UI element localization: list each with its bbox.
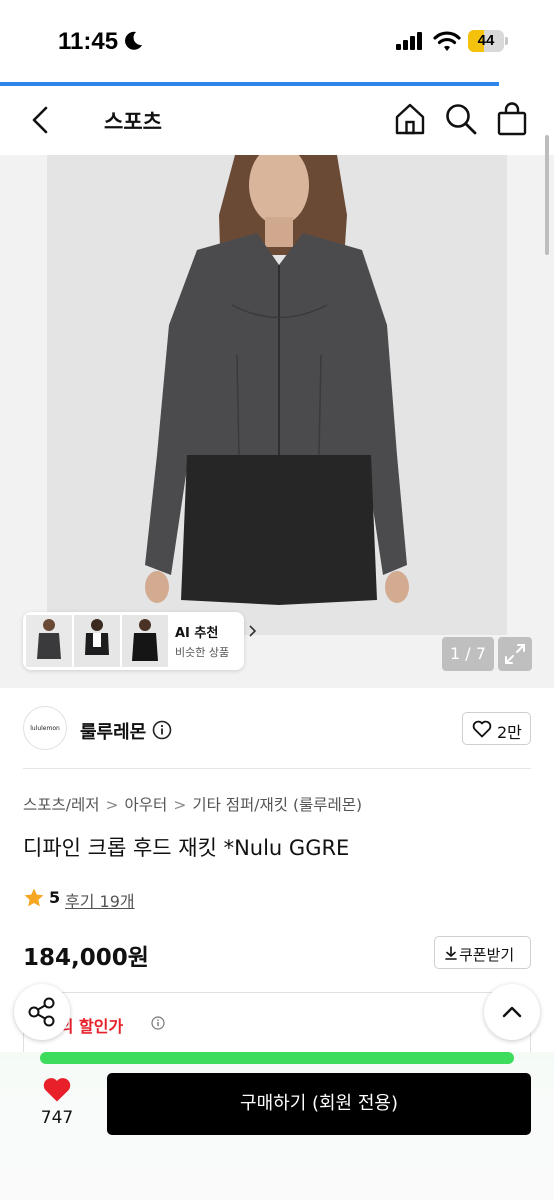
info-icon[interactable] [152,720,172,740]
cellular-signal-icon [396,32,422,50]
wifi-icon [433,31,461,51]
star-icon [24,888,44,907]
moon-icon [125,31,142,50]
recommend-thumbnail[interactable] [26,615,72,667]
brand-like-count: 2만 [497,723,522,742]
brand-logo[interactable]: lululemon [23,706,67,750]
search-icon[interactable] [444,102,478,136]
ai-recommend-card[interactable]: AI 추천 비슷한 상품 [23,612,257,670]
heart-filled-icon[interactable] [42,1076,72,1103]
chevron-up-icon [502,1006,522,1018]
review-count-link[interactable]: 후기 19개 [65,888,135,912]
chevron-right-icon [249,625,257,637]
share-button[interactable] [14,984,70,1040]
image-page-counter: 1 / 7 [442,637,494,671]
product-image-gallery[interactable] [0,155,554,688]
ai-recommend-title: AI 추천 [175,626,219,641]
scrollbar[interactable] [545,135,549,255]
product-title: 디파인 크롭 후드 재킷 *Nulu GGRE [23,836,350,860]
product-photo[interactable] [47,155,507,635]
home-icon[interactable] [394,102,426,136]
battery-icon: 44 [468,30,508,52]
heart-outline-icon [472,720,492,738]
breadcrumb-item[interactable]: 기타 점퍼/재킷 (룰루레몬) [192,796,362,814]
recommend-thumbnail[interactable] [74,615,120,667]
page-title[interactable]: 스포츠 [104,106,162,136]
scroll-to-top-button[interactable] [484,984,540,1040]
status-bar: 11:45 44 [0,0,554,82]
recommend-thumbnail[interactable] [122,615,168,667]
info-icon[interactable] [151,1016,165,1030]
page-load-progress [0,82,499,86]
coupon-download-button[interactable]: 쿠폰받기 [434,936,531,969]
status-time: 11:45 [58,28,119,55]
ai-recommend-subtitle: 비슷한 상품 [175,646,230,659]
top-navigation: 스포츠 [0,90,554,150]
chevron-right-icon: > [173,796,187,814]
back-icon[interactable] [26,104,56,136]
brand-like-button[interactable]: 2만 [462,712,531,745]
divider [23,768,531,769]
brand-logo-text: lululemon [30,725,60,732]
breadcrumb-item[interactable]: 스포츠/레저 [23,796,100,814]
buy-button[interactable]: 구매하기 (회원 전용) [107,1073,531,1135]
expand-image-button[interactable] [498,637,532,671]
wish-count: 747 [40,1108,74,1128]
share-icon [28,997,55,1027]
expand-icon [505,644,525,664]
rating-score: 5 [49,888,61,907]
download-icon [445,946,457,960]
model-illustration [47,155,507,635]
coupon-label: 쿠폰받기 [459,946,515,964]
breadcrumb: 스포츠/레저 > 아우터 > 기타 점퍼/재킷 (룰루레몬) [23,793,362,815]
shopping-bag-icon[interactable] [496,102,528,136]
battery-percentage: 44 [477,32,495,49]
brand-name[interactable]: 룰루레몬 [80,718,146,744]
breadcrumb-item[interactable]: 아우터 [125,796,168,814]
product-price: 184,000원 [23,945,149,971]
discount-banner-bar [40,1052,514,1064]
chevron-right-icon: > [105,796,119,814]
